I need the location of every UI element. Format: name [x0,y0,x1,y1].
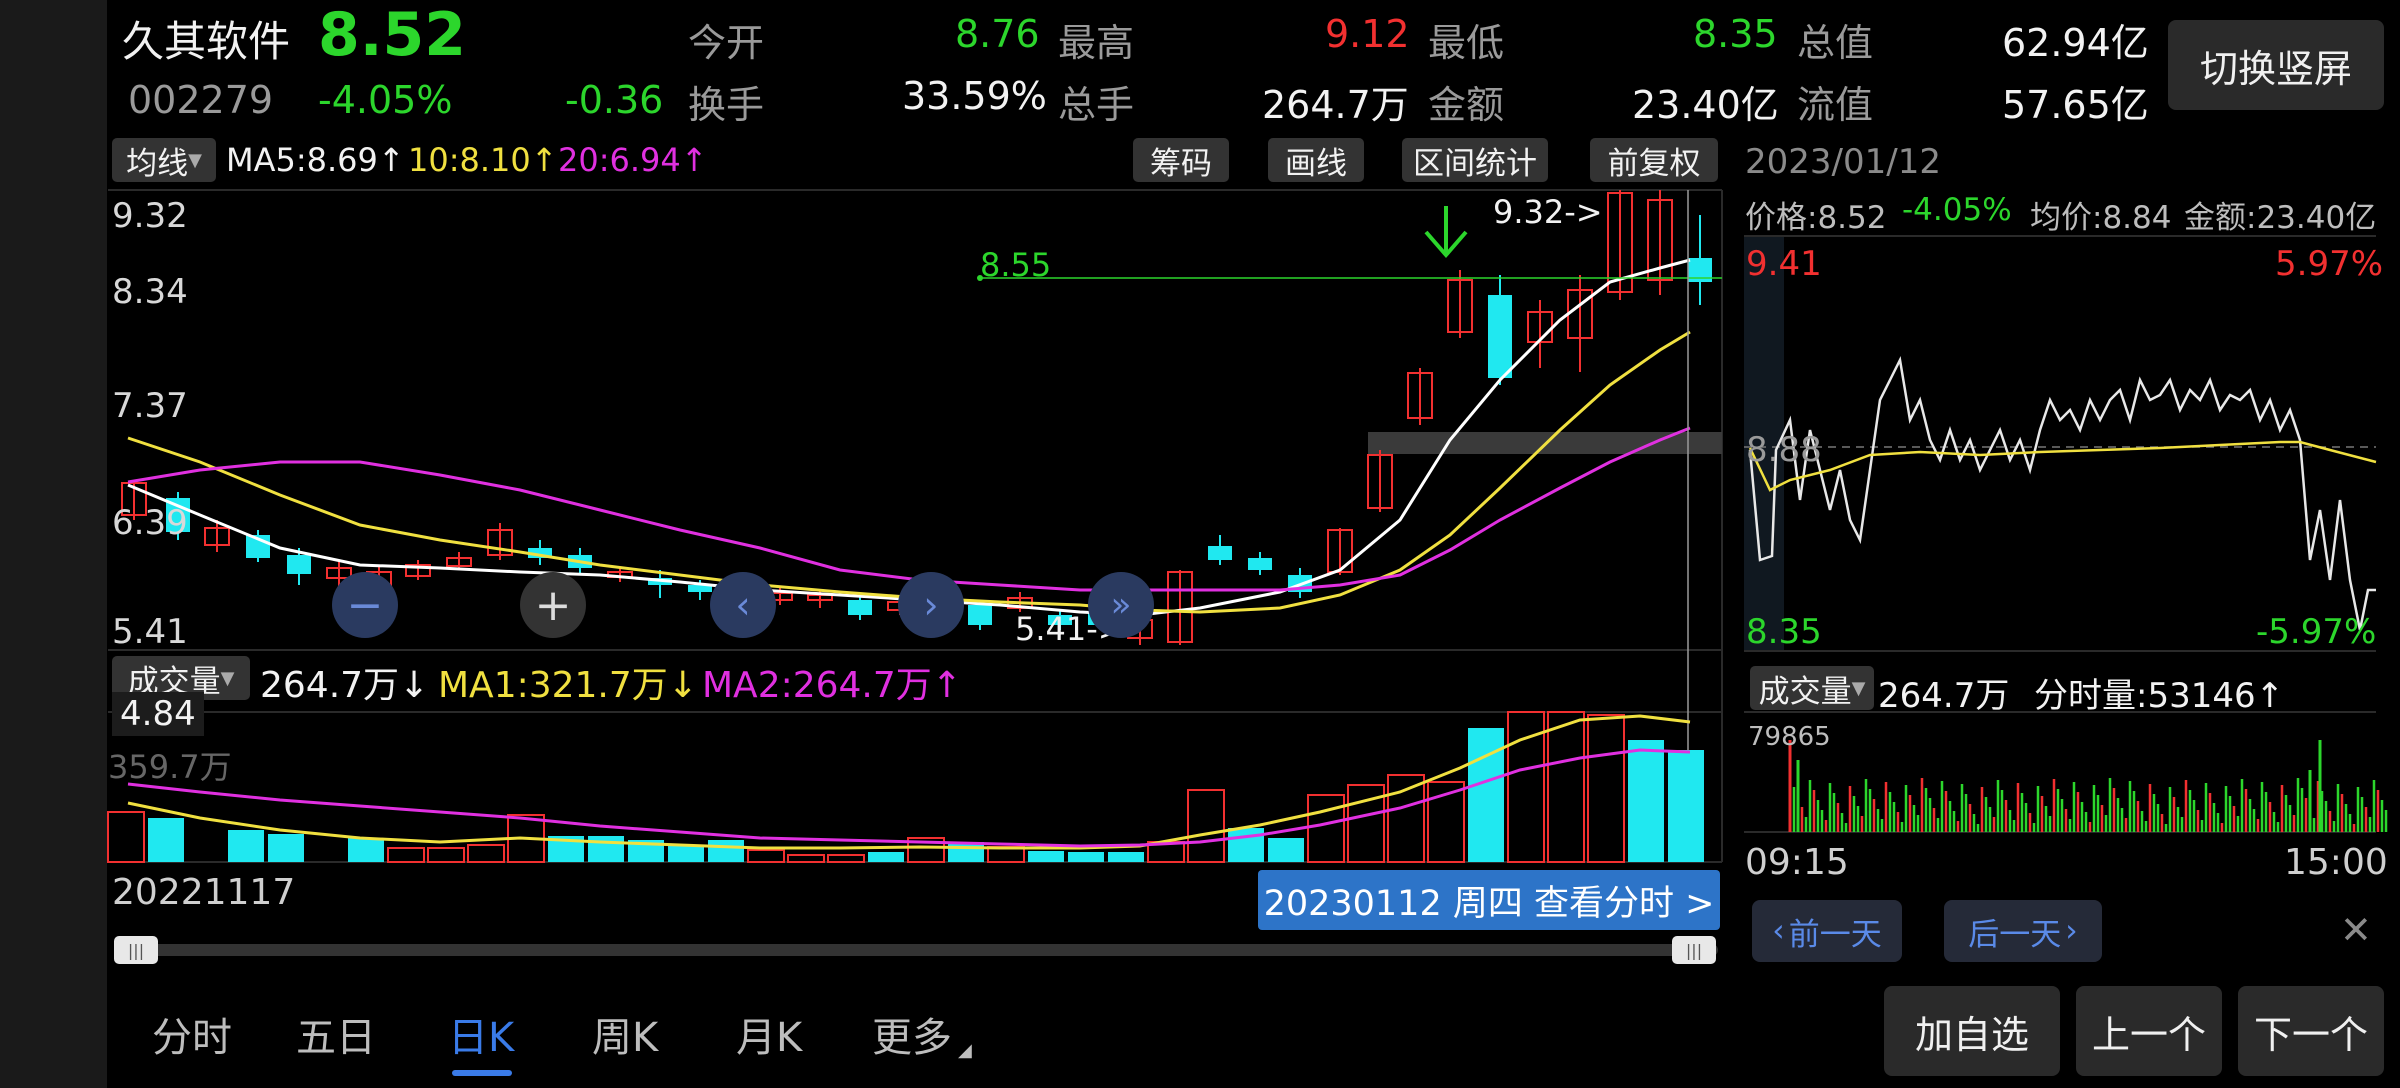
close-icon[interactable]: ✕ [2340,908,2372,952]
intraday-bottom-pct: -5.97% [2256,612,2377,652]
intraday-top-pct: 5.97% [2275,244,2384,284]
chevron-left-icon: ‹ [1772,913,1785,949]
intraday-vol: 264.7万 [1878,676,2010,716]
intraday-vol-select[interactable]: 成交量 ▼ [1750,666,1874,710]
next-day-label: 后一天 [1968,916,2062,953]
intraday-time-end: 15:00 [2284,842,2388,883]
intraday-avg-line [1748,440,2377,492]
add-watchlist-button[interactable]: 加自选 [1884,986,2060,1076]
intraday-bottom-price: 8.35 [1746,612,1822,652]
more-corner-icon: ◢ [958,1040,972,1061]
intraday-tick-vol: 分时量:53146↑ [2034,676,2285,716]
tab-monthly-k[interactable]: 月K [736,1005,802,1063]
tab-weekly-k[interactable]: 周K [592,1005,658,1063]
prev-stock-button[interactable]: 上一个 [2076,986,2222,1076]
tab-active-indicator [452,1070,512,1076]
prev-day-label: 前一天 [1788,916,1882,953]
intraday-time-start: 09:15 [1745,842,1849,883]
intraday-price-line [1748,356,2376,631]
next-day-button[interactable]: 后一天 › [1944,900,2102,962]
chevron-down-icon: ▼ [1851,677,1866,699]
intraday-vol-label: 成交量 [1758,673,1852,710]
tab-intraday[interactable]: 分时 [152,1005,232,1063]
tab-daily-k[interactable]: 日K [448,1005,514,1063]
intraday-mid-price: 8.88 [1746,430,1822,470]
tab-more[interactable]: 更多 [872,1005,952,1063]
chevron-right-icon: › [2065,913,2078,949]
prev-day-button[interactable]: ‹ 前一天 [1752,900,1902,962]
intraday-vol-max: 79865 [1748,722,1831,752]
next-stock-button[interactable]: 下一个 [2238,986,2384,1076]
intraday-top-price: 9.41 [1746,244,1822,284]
tab-five-day[interactable]: 五日 [296,1005,376,1063]
kline-screen: { "header":{"stock_name":"久其软件","price":… [0,0,2400,1088]
